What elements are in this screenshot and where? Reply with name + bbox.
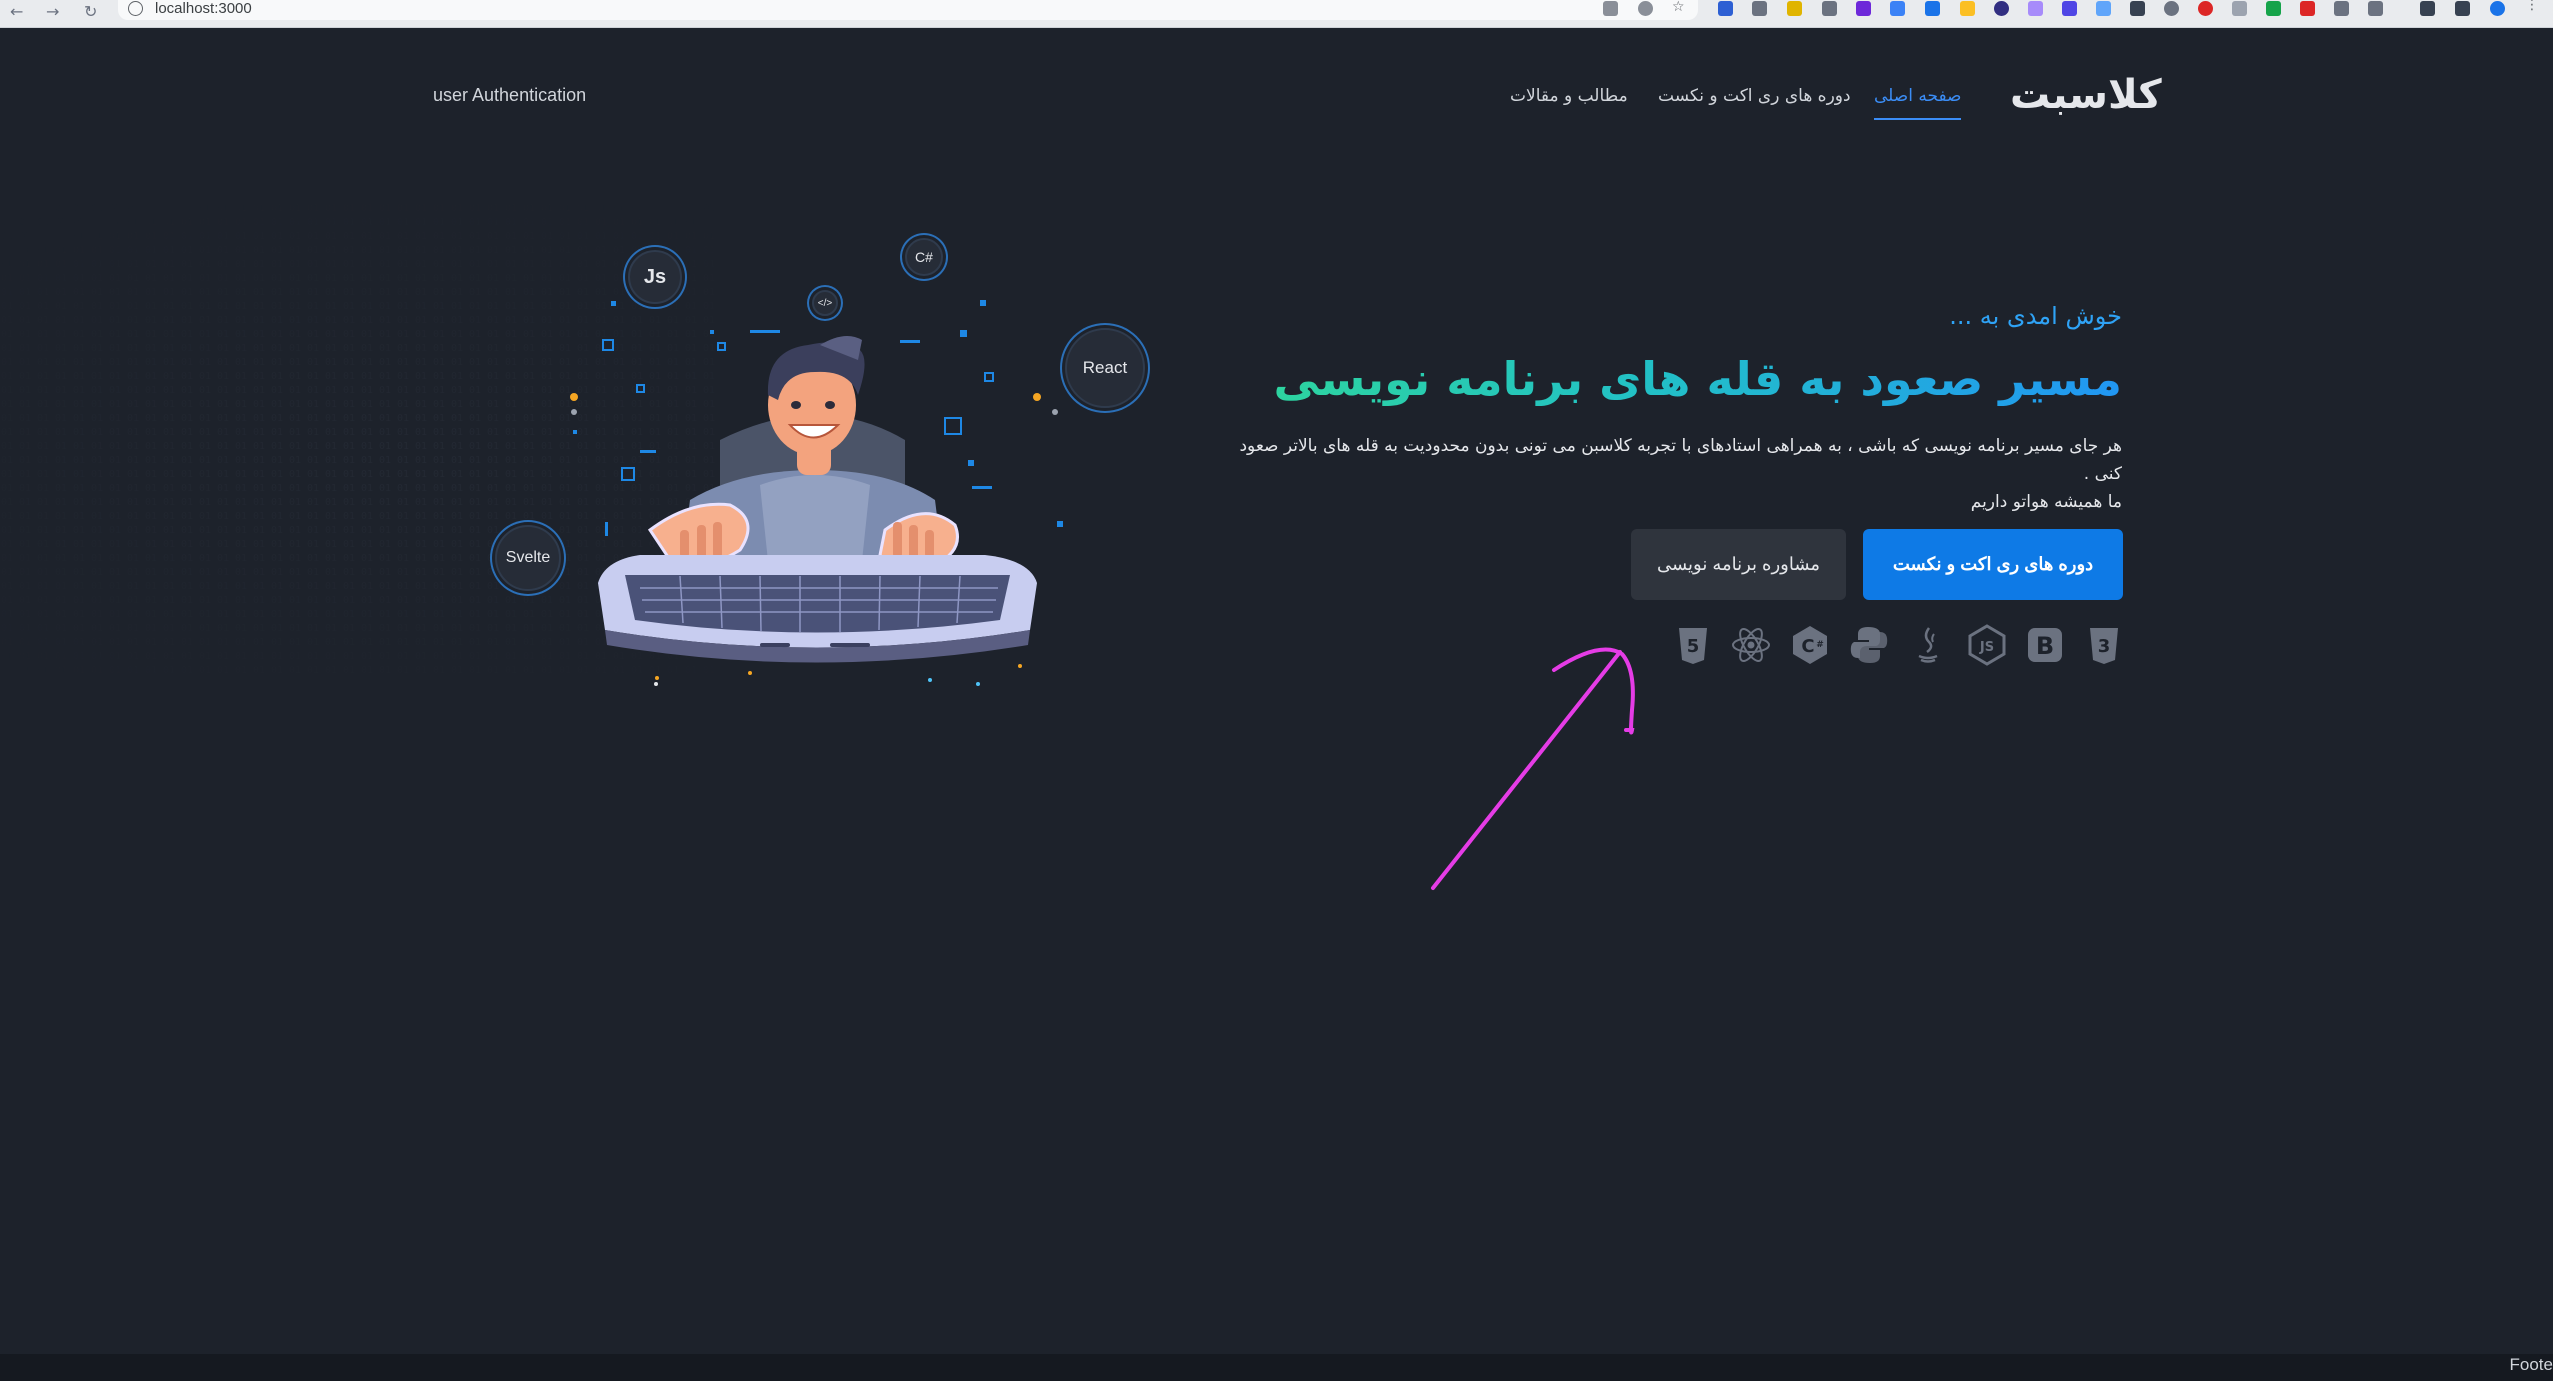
user-authentication-link[interactable]: user Authentication	[433, 85, 586, 106]
extension-5-icon[interactable]	[1856, 1, 1871, 16]
zoom-icon[interactable]	[1638, 1, 1653, 16]
profile-avatar-icon[interactable]	[2490, 1, 2505, 16]
extension-2-icon[interactable]	[1752, 1, 1767, 16]
extension-4-icon[interactable]	[1822, 1, 1837, 16]
side-panel-icon[interactable]	[2455, 1, 2470, 16]
forward-icon[interactable]: →	[46, 2, 59, 21]
svg-text:B: B	[2036, 632, 2054, 660]
nav-item-articles[interactable]: مطالب و مقالات	[1510, 86, 1628, 106]
more-menu-icon[interactable]: ⋮	[2525, 0, 2540, 13]
svg-text:C: C	[1801, 636, 1814, 657]
hero-description-line-2: ما همیشه هواتو داریم	[1970, 492, 2122, 512]
svg-text:5: 5	[1687, 636, 1700, 657]
python-icon	[1850, 627, 1888, 663]
react-next-courses-button[interactable]: دوره های ری اکت و نکست	[1863, 529, 2123, 600]
svg-text:3: 3	[2098, 636, 2111, 657]
address-bar[interactable]	[118, 0, 1698, 20]
react-icon	[1732, 628, 1770, 662]
download-icon[interactable]	[2420, 1, 2435, 16]
extension-16-icon[interactable]	[2232, 1, 2247, 16]
svg-text:JS: JS	[1979, 640, 1994, 655]
nodejs-icon: JS	[1968, 624, 2006, 666]
extension-9-icon[interactable]	[1994, 1, 2009, 16]
extension-8-icon[interactable]	[1960, 1, 1975, 16]
extension-11-icon[interactable]	[2062, 1, 2077, 16]
hero-headline: مسیر صعود به قله های برنامه نویسی	[1273, 352, 2122, 406]
js-badge: Js	[628, 250, 682, 304]
extension-20-icon[interactable]	[2368, 1, 2383, 16]
footer-text: Foote	[2509, 1355, 2553, 1374]
browser-chrome: ← → ↻ localhost:3000 ☆ ⋮	[0, 0, 2553, 28]
reload-icon[interactable]: ↻	[84, 2, 97, 21]
annotation-arrow-icon	[1431, 647, 1635, 890]
java-icon	[1918, 627, 1938, 663]
extension-6-icon[interactable]	[1890, 1, 1905, 16]
welcome-text: خوش امدی به ...	[1949, 302, 2122, 330]
nav-item-home[interactable]: صفحه اصلی	[1874, 86, 1962, 120]
bootstrap-icon: B	[2028, 628, 2062, 662]
extension-14-icon[interactable]	[2164, 1, 2179, 16]
programming-consultation-button[interactable]: مشاوره برنامه نویسی	[1631, 529, 1846, 600]
bookmark-star-icon[interactable]: ☆	[1672, 0, 1687, 15]
extension-17-icon[interactable]	[2266, 1, 2281, 16]
extension-10-icon[interactable]	[2028, 1, 2043, 16]
footer-bar	[0, 1354, 2553, 1381]
extension-13-icon[interactable]	[2130, 1, 2145, 16]
extension-3-icon[interactable]	[1787, 1, 1802, 16]
translate-icon[interactable]	[1603, 1, 1618, 16]
extension-15-icon[interactable]	[2198, 1, 2213, 16]
css3-icon: 3	[2090, 628, 2118, 664]
react-badge: React	[1065, 328, 1145, 408]
url-text[interactable]: localhost:3000	[155, 0, 252, 17]
extension-18-icon[interactable]	[2300, 1, 2315, 16]
back-icon[interactable]: ←	[10, 2, 23, 21]
developer-illustration: 01	[0, 200, 1063, 686]
extensions-toolbar: ☆ ⋮	[1600, 0, 2553, 18]
hero-description: هر جای مسیر برنامه نویسی که باشی ، به هم…	[1222, 432, 2122, 516]
csharp-icon: C #	[1793, 626, 1827, 664]
site-header: کلاسبت صفحه اصلی دوره های ری اکت و نکست …	[0, 28, 2553, 120]
nav-item-react-next-courses[interactable]: دوره های ری اکت و نکست	[1658, 86, 1851, 106]
hero-illustration: 01	[0, 200, 1180, 720]
svg-text:#: #	[1816, 640, 1824, 650]
svelte-badge: Svelte	[495, 525, 561, 591]
extension-19-icon[interactable]	[2334, 1, 2349, 16]
code-tag-badge: </>	[812, 290, 838, 316]
site-info-icon[interactable]	[128, 1, 143, 16]
hero-description-line-1: هر جای مسیر برنامه نویسی که باشی ، به هم…	[1239, 436, 2122, 484]
extension-7-icon[interactable]	[1925, 1, 1940, 16]
extension-1-icon[interactable]	[1718, 1, 1733, 16]
extension-12-icon[interactable]	[2096, 1, 2111, 16]
brand-logo[interactable]: کلاسبت	[2010, 72, 2163, 118]
csharp-badge: C#	[905, 238, 943, 276]
